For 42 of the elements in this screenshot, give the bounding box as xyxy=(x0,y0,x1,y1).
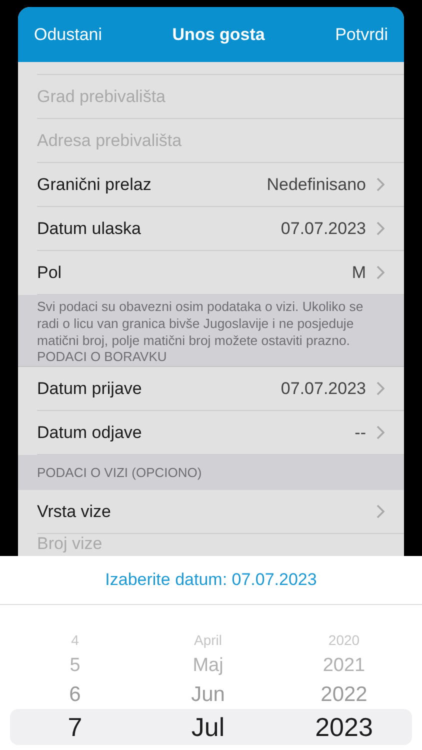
input-field[interactable]: Adresa prebivališta xyxy=(37,119,404,163)
input-field[interactable]: Grad prebivališta xyxy=(37,75,404,119)
row-value: -- xyxy=(354,422,366,442)
row-label: Datum odjave xyxy=(37,422,142,442)
row-label: Granični prelaz xyxy=(37,174,152,194)
chevron-icon xyxy=(376,221,385,236)
chevron-icon xyxy=(376,177,385,192)
screen-title: Unos gosta xyxy=(172,24,265,44)
row-label: Datum ulaska xyxy=(37,218,141,238)
row-value: Nedefinisano xyxy=(266,174,366,194)
chevron-icon xyxy=(376,265,385,280)
chevron-icon xyxy=(376,504,385,519)
list-row[interactable]: Datum prijave 07.07.2023 xyxy=(37,367,404,411)
date-picker-title: Izaberite datum: 07.07.2023 xyxy=(0,556,422,605)
chevron-icon xyxy=(376,425,385,440)
day-option[interactable]: 7 xyxy=(68,714,82,740)
month-option[interactable]: Maj xyxy=(192,656,224,674)
year-option[interactable]: 2022 xyxy=(320,684,368,704)
year-option[interactable]: 2021 xyxy=(322,656,366,674)
row-label: Vrsta vize xyxy=(37,502,112,522)
month-option[interactable]: Jul xyxy=(191,714,225,740)
list-row[interactable]: Datum ulaska 07.07.2023 xyxy=(37,207,404,251)
day-option[interactable]: 6 xyxy=(69,684,81,704)
day-option[interactable]: 4 xyxy=(71,633,79,647)
chevron-icon xyxy=(376,381,385,396)
year-option[interactable]: 2023 xyxy=(315,714,373,740)
month-option[interactable]: April xyxy=(194,633,222,647)
section-header: PODACI O BORAVKU xyxy=(37,349,168,364)
month-option[interactable]: Jun xyxy=(191,684,225,704)
year-option[interactable]: 2020 xyxy=(328,633,360,647)
cancel-button[interactable]: Odustani xyxy=(34,24,102,44)
row-value: 07.07.2023 xyxy=(280,218,366,238)
row-value: 07.07.2023 xyxy=(280,378,366,398)
row-label: Datum prijave xyxy=(37,378,142,398)
list-row[interactable]: Vrsta vize xyxy=(37,490,404,534)
info-note: Svi podaci su obavezni osim podataka o vizi. Ukoliko se radi o licu van granica bivše Jugoslavije i ne posjeduje matični broj, polje matični broj možete ostaviti prazno. xyxy=(37,298,364,349)
section-header: PODACI O VIZI (OPCIONO) xyxy=(37,465,202,480)
list-row[interactable]: Granični prelaz Nedefinisano xyxy=(37,163,404,207)
confirm-button[interactable]: Potvrdi xyxy=(335,24,388,44)
day-option[interactable]: 5 xyxy=(70,656,80,674)
row-label: Pol xyxy=(37,262,62,282)
row-value: M xyxy=(352,262,366,282)
